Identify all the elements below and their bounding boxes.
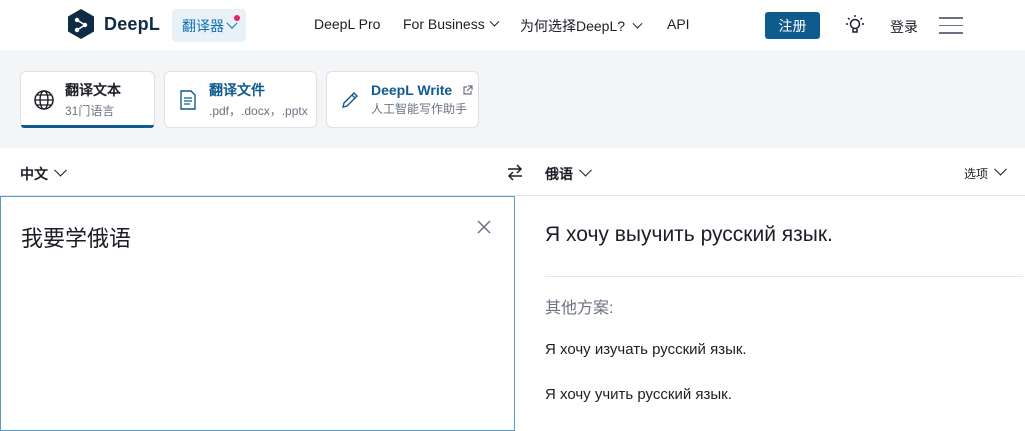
pen-icon (342, 91, 358, 108)
globe-icon (34, 89, 54, 110)
tab-deepl-write-title: DeepL Write (371, 82, 473, 98)
translation-output[interactable]: Я хочу выучить русский язык. (545, 223, 833, 247)
source-language-label: 中文 (20, 166, 48, 182)
close-icon[interactable] (476, 219, 492, 235)
translator-dropdown[interactable]: 翻译器 (172, 9, 246, 42)
chevron-down-icon (489, 16, 500, 27)
hamburger-menu-icon[interactable] (939, 17, 963, 35)
login-link[interactable]: 登录 (890, 17, 918, 37)
chevron-down-icon (632, 18, 643, 29)
options-dropdown[interactable]: 选项 (963, 162, 1007, 182)
nav-for-business-label: For Business (403, 16, 485, 32)
tab-translate-files[interactable]: 翻译文件 .pdf，.docx，.pptx (164, 71, 317, 128)
tab-translate-text-subtitle: 31门语言 (65, 104, 115, 118)
swap-languages-icon[interactable] (505, 163, 525, 181)
nav-why-deepl-label: 为何选择DeepL? (520, 18, 626, 34)
divider (545, 276, 1023, 277)
nav-deepl-pro[interactable]: DeepL Pro (314, 16, 380, 32)
deepl-logo[interactable]: DeepL (66, 8, 160, 40)
target-language-label: 俄语 (545, 166, 573, 182)
target-text-panel: Я хочу выучить русский язык. 其他方案: Я хоч… (515, 196, 1025, 431)
notification-dot (234, 15, 240, 21)
tab-translate-files-subtitle: .pdf，.docx，.pptx (209, 104, 308, 118)
alternative-translation[interactable]: Я хочу учить русский язык. (545, 386, 732, 403)
deepl-logo-icon (68, 9, 94, 39)
options-label: 选项 (963, 167, 988, 181)
top-navbar: DeepL 翻译器 DeepL Pro For Business 为何选择Dee… (0, 0, 1025, 50)
mode-selector: 翻译文本 31门语言 翻译文件 .pdf，.docx，.pptx DeepL W… (0, 50, 1025, 148)
external-link-icon (463, 85, 473, 95)
target-language-select[interactable]: 俄语 (545, 163, 592, 184)
source-text-panel[interactable]: 我要学俄语 (0, 196, 515, 431)
lightbulb-icon[interactable] (845, 14, 865, 36)
tab-translate-files-title: 翻译文件 (209, 82, 265, 98)
tab-deepl-write-title-text: DeepL Write (371, 82, 453, 98)
tab-deepl-write[interactable]: DeepL Write 人工智能写作助手 (326, 71, 479, 128)
tab-translate-text-title: 翻译文本 (65, 82, 121, 98)
nav-api-label: API (667, 16, 690, 32)
chevron-down-icon (54, 163, 67, 177)
nav-api[interactable]: API (667, 16, 690, 32)
logo-text: DeepL (104, 13, 161, 34)
translator-label: 翻译器 (182, 17, 224, 34)
source-language-select[interactable]: 中文 (20, 163, 67, 184)
nav-why-deepl[interactable]: 为何选择DeepL? (520, 16, 643, 36)
tab-translate-text[interactable]: 翻译文本 31门语言 (20, 71, 155, 128)
source-text-input[interactable]: 我要学俄语 (21, 221, 131, 253)
alternative-translation[interactable]: Я хочу изучать русский язык. (545, 341, 747, 358)
tab-deepl-write-subtitle: 人工智能写作助手 (371, 102, 468, 116)
signup-button[interactable]: 注册 (765, 12, 820, 39)
alternatives-label: 其他方案: (545, 300, 614, 317)
nav-for-business[interactable]: For Business (403, 16, 500, 32)
chevron-down-icon (994, 162, 1007, 176)
nav-deepl-pro-label: DeepL Pro (314, 16, 381, 32)
document-icon (180, 89, 196, 110)
chevron-down-icon (579, 163, 592, 177)
